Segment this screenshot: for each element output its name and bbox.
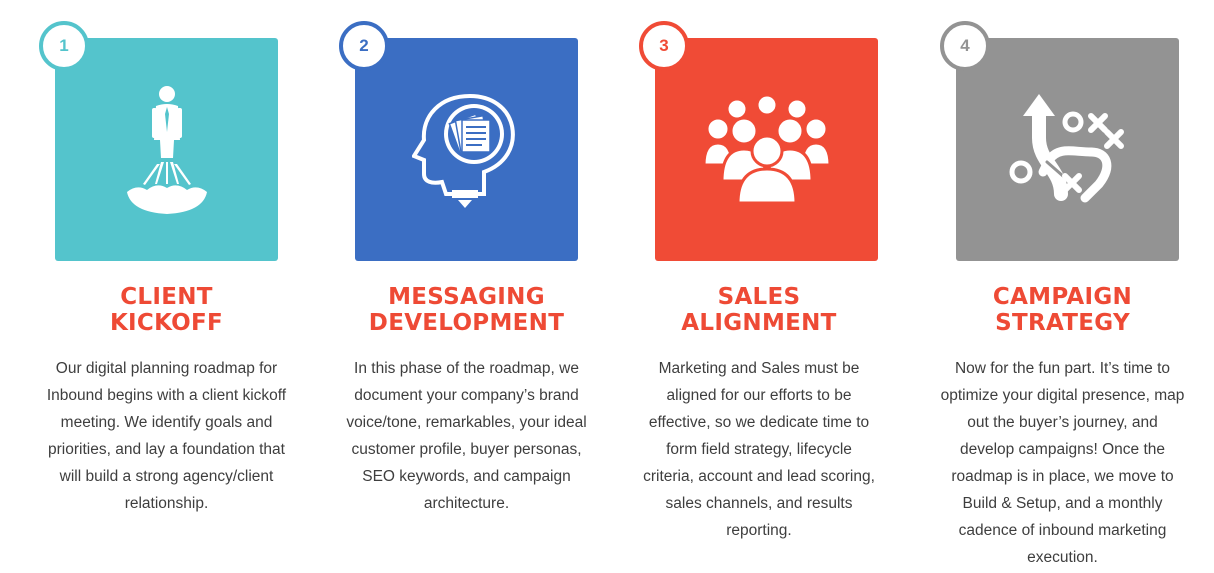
step-4-tile	[956, 38, 1179, 261]
step-title-line1: SALES	[717, 284, 801, 310]
step-2-tile	[355, 38, 578, 261]
step-number-badge: 1	[39, 21, 89, 71]
step-title-line1: CLIENT	[120, 284, 213, 310]
strategy-play-icon	[1009, 93, 1124, 202]
step-title-line2: DEVELOPMENT	[368, 310, 565, 336]
step-title-line2: KICKOFF	[109, 310, 224, 336]
step-title-line2: STRATEGY	[995, 310, 1130, 336]
step-number-badge: 2	[339, 21, 389, 71]
step-client-kickoff: 1 CLIENT KICKOFF Our digital planning ro…	[39, 0, 289, 573]
step-title: SALES ALIGNMENT	[639, 284, 879, 336]
rocket-person-icon	[126, 85, 207, 214]
step-title: CAMPAIGN STRATEGY	[940, 284, 1185, 336]
step-description: In this phase of the roadmap, we documen…	[346, 360, 587, 512]
step-messaging-development: 2 MESSAGING DEVELOPMENT In this phase of…	[339, 0, 589, 573]
step-title: MESSAGING DEVELOPMENT	[339, 284, 594, 336]
step-number-badge: 3	[639, 21, 689, 71]
head-documents-icon	[411, 93, 515, 208]
step-title-line1: MESSAGING	[388, 284, 545, 310]
step-1-tile	[55, 38, 278, 261]
step-sales-alignment: 3 SALES ALIGNMENT Marketing and Sales mu…	[639, 0, 889, 573]
step-number-badge: 4	[940, 21, 990, 71]
group-people-icon	[701, 94, 832, 204]
step-title-line2: ALIGNMENT	[681, 310, 837, 336]
step-description: Marketing and Sales must be aligned for …	[643, 360, 875, 539]
step-title: CLIENT KICKOFF	[39, 284, 294, 336]
step-campaign-strategy: 4 CAMPAIGN STRATEGY Now for the fun part…	[940, 0, 1190, 573]
step-description: Now for the fun part. It’s time to optim…	[940, 360, 1185, 566]
step-title-line1: CAMPAIGN	[992, 284, 1133, 310]
step-3-tile	[655, 38, 878, 261]
step-description: Our digital planning roadmap for Inbound…	[46, 360, 287, 512]
